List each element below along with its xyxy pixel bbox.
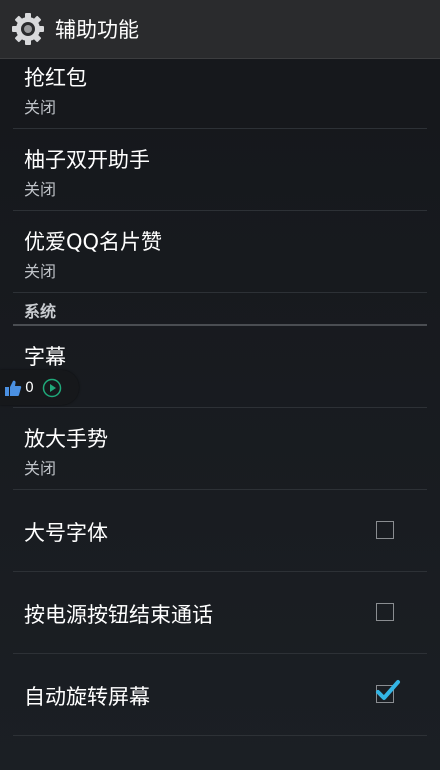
section-header-system: 系统: [13, 293, 427, 326]
list-item-large-text[interactable]: 大号字体: [13, 490, 427, 572]
list-item-status: 关闭: [24, 262, 57, 281]
large-text-checkbox[interactable]: [376, 521, 394, 539]
list-item-youzi[interactable]: 柚子双开助手 关闭: [13, 129, 427, 211]
list-item-label: 放大手势: [24, 427, 108, 451]
list-item-hongbao[interactable]: 抢红包 关闭: [13, 59, 427, 129]
section-label: 系统: [24, 302, 57, 321]
play-icon[interactable]: [42, 378, 62, 398]
checkmark-icon: [376, 680, 400, 700]
list-item-label: 字幕: [24, 345, 66, 369]
page-title: 辅助功能: [55, 18, 139, 42]
list-item-auto-rotate[interactable]: 自动旋转屏幕: [13, 654, 427, 736]
list-item-label: 抢红包: [24, 66, 87, 90]
list-item-magnification[interactable]: 放大手势 关闭: [13, 408, 427, 490]
list-item-status: 关闭: [24, 459, 57, 478]
action-bar: 辅助功能: [0, 0, 440, 59]
list-item-qq-card[interactable]: 优爱QQ名片赞 关闭: [13, 211, 427, 293]
gear-icon[interactable]: [10, 11, 46, 47]
list-item-status: 关闭: [24, 180, 57, 199]
auto-rotate-checkbox[interactable]: [376, 680, 400, 703]
like-count: 0: [25, 379, 34, 396]
list-item-label: 大号字体: [24, 521, 108, 545]
floating-like-widget[interactable]: 0: [0, 370, 79, 405]
list-item-label: 优爱QQ名片赞: [24, 230, 163, 254]
list-item-power-ends-call[interactable]: 按电源按钮结束通话: [13, 572, 427, 654]
list-item-label: 按电源按钮结束通话: [24, 603, 213, 627]
list-item-label: 柚子双开助手: [24, 148, 150, 172]
thumbs-up-icon[interactable]: [4, 379, 22, 397]
power-ends-call-checkbox[interactable]: [376, 603, 394, 621]
list-item-label: 自动旋转屏幕: [24, 685, 150, 709]
list-item-status: 关闭: [24, 98, 57, 117]
